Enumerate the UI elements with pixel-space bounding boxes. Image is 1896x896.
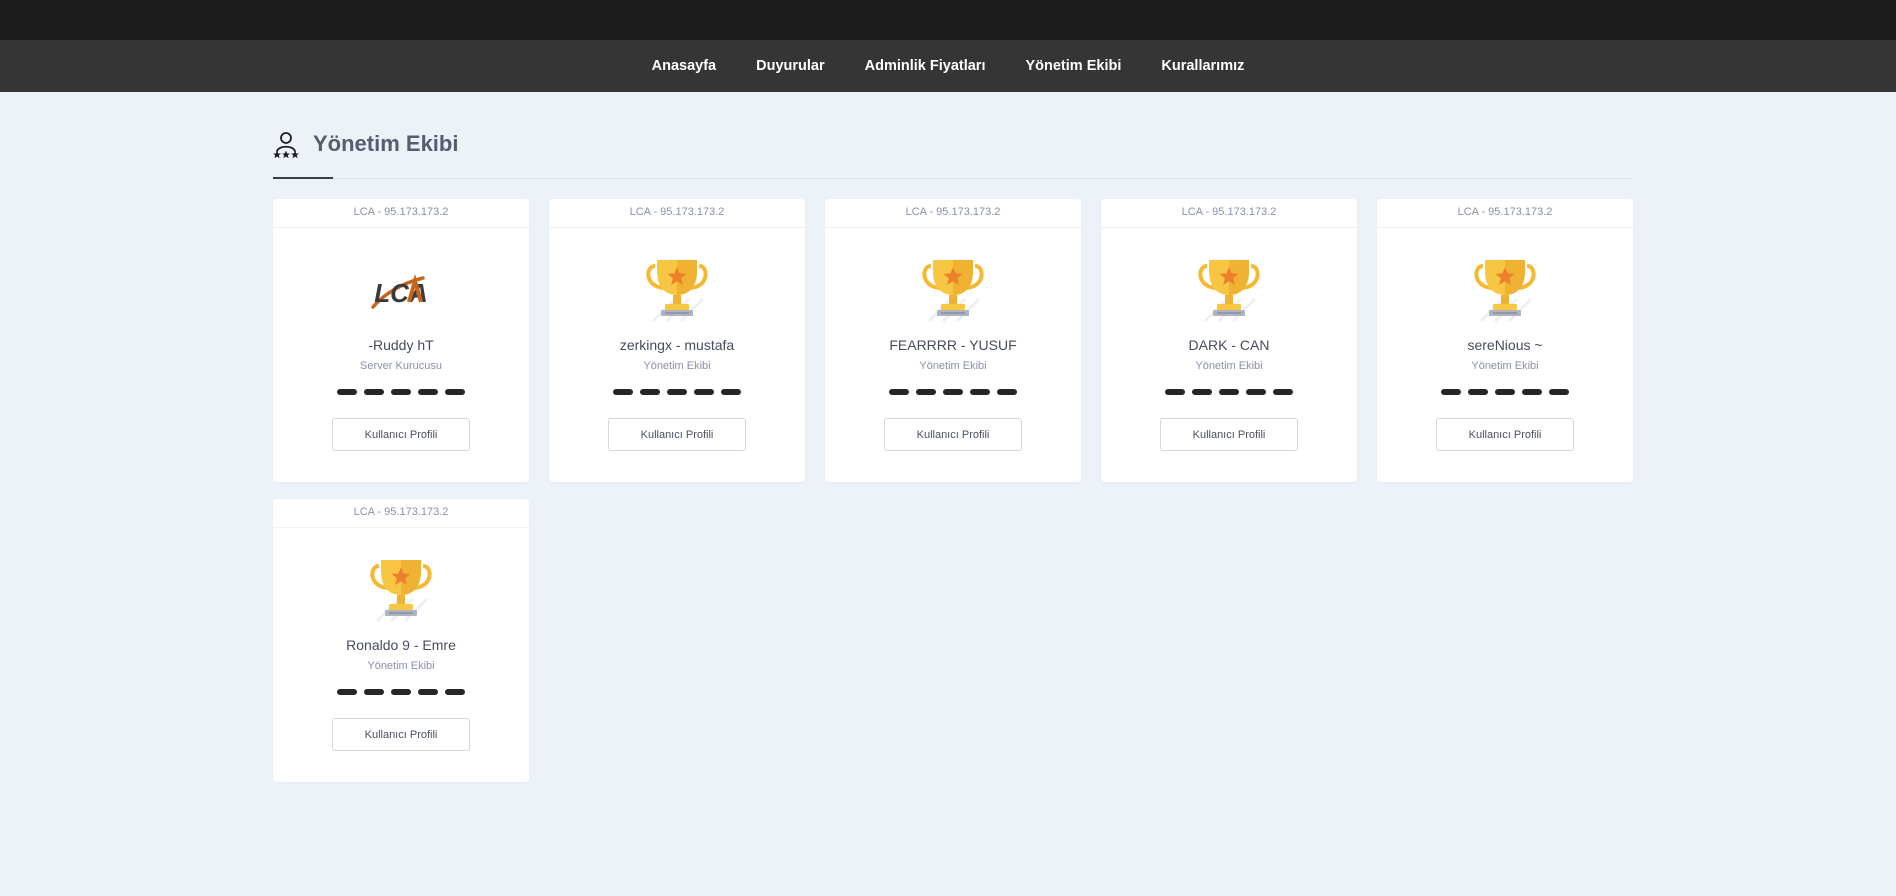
user-profile-button[interactable]: Kullanıcı Profili	[332, 418, 470, 451]
member-name: -Ruddy hT	[368, 337, 434, 353]
social-link[interactable]	[1246, 389, 1266, 395]
server-label: LCA - 95.173.173.2	[273, 499, 529, 528]
social-link[interactable]	[640, 389, 660, 395]
team-cards-grid: LCA - 95.173.173.2 -Ruddy hT Server Kuru…	[273, 199, 1633, 782]
social-link[interactable]	[1441, 389, 1461, 395]
social-link[interactable]	[943, 389, 963, 395]
member-name: DARK - CAN	[1188, 337, 1270, 353]
top-bar	[0, 0, 1896, 40]
social-links	[273, 689, 529, 695]
member-name: Ronaldo 9 - Emre	[346, 637, 456, 653]
social-links	[273, 389, 529, 395]
social-link[interactable]	[916, 389, 936, 395]
social-links	[1377, 389, 1633, 395]
member-name: sereNious ~	[1467, 337, 1543, 353]
title-divider-accent	[273, 177, 333, 179]
social-link[interactable]	[1468, 389, 1488, 395]
trophy-icon	[921, 257, 985, 323]
member-role: Yönetim Ekibi	[367, 660, 435, 672]
social-link[interactable]	[418, 389, 438, 395]
social-link[interactable]	[1165, 389, 1185, 395]
nav-item-yonetim-ekibi[interactable]: Yönetim Ekibi	[1025, 58, 1121, 74]
server-label: LCA - 95.173.173.2	[1377, 199, 1633, 228]
nav-item-anasayfa[interactable]: Anasayfa	[652, 58, 716, 74]
social-link[interactable]	[445, 689, 465, 695]
user-profile-button[interactable]: Kullanıcı Profili	[332, 718, 470, 751]
page-title: Yönetim Ekibi	[313, 131, 459, 156]
social-links	[549, 389, 805, 395]
team-card: LCA - 95.173.173.2 sereNious ~ Yönetim E…	[1377, 199, 1633, 482]
server-label: LCA - 95.173.173.2	[1101, 199, 1357, 228]
social-link[interactable]	[1549, 389, 1569, 395]
member-role: Yönetim Ekibi	[1195, 360, 1263, 372]
social-link[interactable]	[418, 689, 438, 695]
member-role: Yönetim Ekibi	[643, 360, 711, 372]
section-header: Yönetim Ekibi	[273, 128, 1633, 179]
social-links	[1101, 389, 1357, 395]
social-link[interactable]	[391, 389, 411, 395]
member-role: Yönetim Ekibi	[919, 360, 987, 372]
user-profile-button[interactable]: Kullanıcı Profili	[884, 418, 1022, 451]
nav-item-adminlik-fiyatlari[interactable]: Adminlik Fiyatları	[865, 58, 986, 74]
social-link[interactable]	[721, 389, 741, 395]
social-link[interactable]	[667, 389, 687, 395]
social-link[interactable]	[391, 689, 411, 695]
social-link[interactable]	[1192, 389, 1212, 395]
social-link[interactable]	[1495, 389, 1515, 395]
team-card: LCA - 95.173.173.2 FEARRRR - YUSUF Yönet…	[825, 199, 1081, 482]
nav-item-kurallarimiz[interactable]: Kurallarımız	[1161, 58, 1244, 74]
social-link[interactable]	[1219, 389, 1239, 395]
team-card: LCA - 95.173.173.2 zerkingx - mustafa Yö…	[549, 199, 805, 482]
trophy-icon	[369, 557, 433, 623]
social-link[interactable]	[889, 389, 909, 395]
main-nav: Anasayfa Duyurular Adminlik Fiyatları Yö…	[0, 40, 1896, 92]
server-label: LCA - 95.173.173.2	[273, 199, 529, 228]
social-links	[825, 389, 1081, 395]
team-card: LCA - 95.173.173.2 DARK - CAN Yönetim Ek…	[1101, 199, 1357, 482]
social-link[interactable]	[1522, 389, 1542, 395]
social-link[interactable]	[364, 389, 384, 395]
nav-item-duyurular[interactable]: Duyurular	[756, 58, 825, 74]
user-stars-icon	[273, 132, 299, 159]
server-label: LCA - 95.173.173.2	[825, 199, 1081, 228]
user-profile-button[interactable]: Kullanıcı Profili	[608, 418, 746, 451]
member-role: Yönetim Ekibi	[1471, 360, 1539, 372]
user-profile-button[interactable]: Kullanıcı Profili	[1160, 418, 1298, 451]
social-link[interactable]	[445, 389, 465, 395]
title-divider	[273, 178, 1633, 179]
social-link[interactable]	[337, 689, 357, 695]
trophy-icon	[1473, 257, 1537, 323]
social-link[interactable]	[1273, 389, 1293, 395]
social-link[interactable]	[694, 389, 714, 395]
team-card: LCA - 95.173.173.2 -Ruddy hT Server Kuru…	[273, 199, 529, 482]
team-card: LCA - 95.173.173.2 Ronaldo 9 - Emre Yöne…	[273, 499, 529, 782]
social-link[interactable]	[970, 389, 990, 395]
trophy-icon	[1197, 257, 1261, 323]
social-link[interactable]	[364, 689, 384, 695]
server-label: LCA - 95.173.173.2	[549, 199, 805, 228]
social-link[interactable]	[613, 389, 633, 395]
social-link[interactable]	[997, 389, 1017, 395]
member-role: Server Kurucusu	[360, 360, 442, 372]
member-name: FEARRRR - YUSUF	[889, 337, 1017, 353]
social-link[interactable]	[337, 389, 357, 395]
member-name: zerkingx - mustafa	[619, 337, 735, 353]
lca-logo	[369, 257, 433, 323]
user-profile-button[interactable]: Kullanıcı Profili	[1436, 418, 1574, 451]
trophy-icon	[645, 257, 709, 323]
